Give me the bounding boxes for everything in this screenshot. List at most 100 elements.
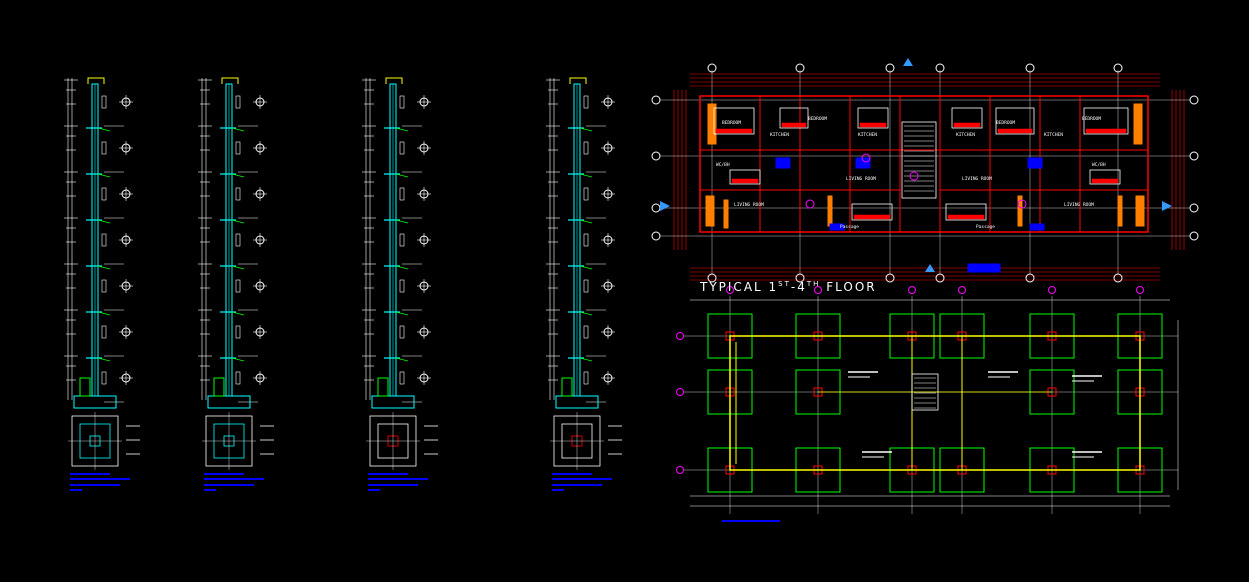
foundation-bubble — [676, 332, 684, 340]
grid-bubble — [1189, 151, 1199, 161]
furniture-detail — [859, 122, 887, 128]
room-label: BEDROOM — [1082, 116, 1101, 122]
section-slab-edge — [97, 219, 111, 224]
grid-bubble — [651, 231, 661, 241]
section-parapet — [87, 77, 105, 84]
section-slab-edge — [395, 265, 409, 270]
room-label: WC/BH — [716, 162, 730, 168]
section-slab-edge — [579, 127, 593, 132]
room-label: BEDROOM — [808, 116, 827, 122]
section-window — [399, 279, 405, 293]
furniture-detail — [731, 178, 759, 184]
section-arrow — [903, 58, 913, 66]
plan-door — [1117, 195, 1123, 227]
room-label: Passage — [840, 224, 859, 230]
section-plinth — [79, 377, 91, 397]
section-window — [101, 187, 107, 201]
section-window — [101, 141, 107, 155]
grid-bubble — [1189, 95, 1199, 105]
section-slab-edge — [97, 265, 111, 270]
furniture-detail — [947, 214, 985, 220]
section-window — [101, 371, 107, 385]
section-window — [101, 325, 107, 339]
section-window — [583, 279, 589, 293]
section-arrow — [1162, 201, 1172, 211]
plan-wall-accent — [705, 195, 715, 227]
section-plinth — [213, 377, 225, 397]
plan-sanitary — [805, 199, 815, 209]
foundation-plan — [676, 286, 1179, 522]
section-slab-edge — [97, 357, 111, 362]
grid-bubble — [1025, 273, 1035, 283]
section-parapet — [569, 77, 587, 84]
section-slab-edge — [97, 173, 111, 178]
plan-wall-accent — [1135, 195, 1145, 227]
room-label: LIVING ROOM — [1064, 202, 1094, 208]
section-slab-edge — [395, 127, 409, 132]
section-window — [235, 279, 241, 293]
section-slab-edge — [579, 357, 593, 362]
section-window — [235, 371, 241, 385]
room-label: BEDROOM — [996, 120, 1015, 126]
grid-bubble — [651, 203, 661, 213]
plan-door — [723, 199, 729, 229]
furniture-detail — [1091, 178, 1119, 184]
furniture-detail — [1085, 128, 1127, 134]
section-slab-edge — [231, 173, 245, 178]
wall-section-3 — [362, 77, 438, 491]
plan-door — [827, 195, 833, 227]
grid-bubble — [651, 151, 661, 161]
section-window — [399, 187, 405, 201]
grid-bubble — [651, 95, 661, 105]
plan-outer-wall — [699, 95, 1149, 233]
foundation-bubble — [676, 466, 684, 474]
room-label: LIVING ROOM — [734, 202, 764, 208]
section-plinth — [561, 377, 573, 397]
section-arrow — [660, 201, 670, 211]
room-label: KITCHEN — [858, 132, 877, 138]
section-window — [235, 325, 241, 339]
floor-plan-title: TYPICAL 1ST-4TH FLOOR — [700, 280, 877, 294]
furniture-detail — [781, 122, 807, 128]
section-slab-edge — [395, 173, 409, 178]
section-window — [583, 141, 589, 155]
section-window — [101, 95, 107, 109]
section-window — [583, 187, 589, 201]
grid-bubble — [1113, 273, 1123, 283]
furniture-detail — [953, 122, 981, 128]
foundation-bubble — [1136, 286, 1144, 294]
wall-section-4 — [546, 77, 622, 491]
plan-wall-accent — [1133, 103, 1143, 145]
section-slab-edge — [97, 127, 111, 132]
section-slab-edge — [97, 311, 111, 316]
room-label: KITCHEN — [770, 132, 789, 138]
section-window — [583, 325, 589, 339]
section-slab-edge — [231, 265, 245, 270]
plan-fixture — [1029, 223, 1045, 231]
plan-wall-accent — [707, 103, 717, 145]
grid-bubble — [1189, 231, 1199, 241]
room-label: Passage — [976, 224, 995, 230]
section-slab-edge — [579, 311, 593, 316]
room-label: KITCHEN — [1044, 132, 1063, 138]
section-slab-edge — [579, 173, 593, 178]
grid-bubble — [1189, 203, 1199, 213]
cad-drawing-canvas: BEDROOM BEDROOM KITCHEN KITCHEN LIVING ROOM L… — [64, 58, 1199, 522]
grid-bubble — [885, 273, 895, 283]
section-window — [235, 233, 241, 247]
foundation-bubble — [958, 286, 966, 294]
plan-fixture — [1027, 157, 1043, 169]
section-window — [235, 141, 241, 155]
section-parapet — [385, 77, 403, 84]
stair-core — [901, 121, 937, 199]
room-label: WC/BH — [1092, 162, 1106, 168]
typical-floor-plan: BEDROOM BEDROOM KITCHEN KITCHEN LIVING ROOM L… — [651, 58, 1199, 283]
foundation-bubble — [908, 286, 916, 294]
room-label: BEDROOM — [722, 120, 741, 126]
section-slab-edge — [395, 219, 409, 224]
section-window — [399, 325, 405, 339]
section-window — [583, 95, 589, 109]
plan-fixture — [967, 263, 1001, 273]
section-slab-edge — [231, 127, 245, 132]
section-slab-edge — [395, 357, 409, 362]
